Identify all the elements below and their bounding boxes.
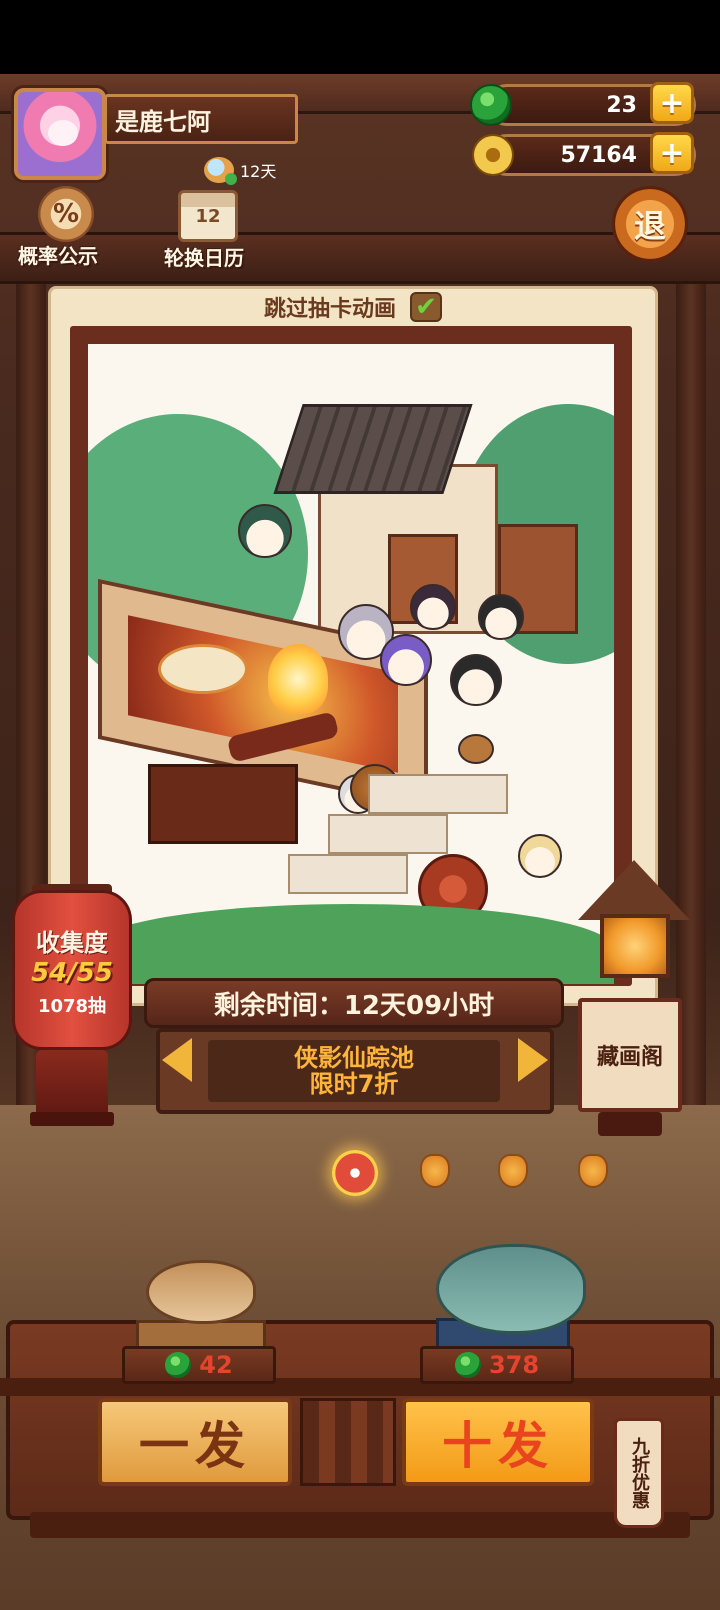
calendar-icon: 12 (178, 190, 238, 242)
dog-character (458, 734, 494, 764)
house-roof (273, 404, 473, 494)
skip-animation-toggle[interactable]: 跳过抽卡动画 ✔ (48, 288, 658, 326)
avatar-face (48, 120, 78, 146)
single-draw-cost: 42 (199, 1351, 233, 1379)
next-pool-arrow-icon[interactable] (518, 1038, 548, 1082)
gold-coin-icon (472, 134, 514, 176)
jade-amount: 23 (606, 92, 637, 118)
probability-label: 概率公示 (18, 244, 98, 268)
stair (288, 854, 408, 894)
pool-name: 侠影仙踪池 (294, 1044, 414, 1072)
gold-amount: 57164 (560, 142, 637, 168)
probability-button[interactable]: % 概率公示 (18, 186, 112, 270)
page-dot-lantern-icon[interactable] (420, 1154, 450, 1188)
firewood-chest (148, 764, 298, 844)
calendar-label: 轮换日历 (164, 246, 244, 270)
pool-discount: 限时7折 (309, 1070, 399, 1098)
add-gold-button[interactable]: + (650, 132, 694, 174)
pool-info: 侠影仙踪池 限时7折 (208, 1040, 500, 1102)
jade-icon (454, 1352, 481, 1378)
player-name: 是鹿七阿 (104, 94, 298, 144)
skip-animation-checkbox[interactable]: ✔ (410, 292, 442, 322)
single-draw-price: 42 (122, 1346, 276, 1384)
counter-panel-decoration (300, 1398, 396, 1486)
status-bar-area (0, 0, 720, 74)
stair (328, 814, 448, 854)
character-eating (478, 594, 524, 640)
grass (88, 904, 614, 984)
ten-draw-price: 378 (420, 1346, 574, 1384)
stair (368, 774, 508, 814)
player-avatar[interactable] (14, 88, 106, 180)
page-dot-active[interactable] (332, 1150, 378, 1196)
shrine-lamp (600, 914, 670, 978)
percent-gear-icon: % (38, 186, 94, 242)
gallery-stand (598, 1112, 662, 1136)
collection-lantern[interactable]: 收集度 54/55 1078抽 (12, 890, 132, 1050)
character-blonde (518, 834, 562, 878)
moon-cake-icon (204, 157, 237, 185)
ten-draw-button[interactable]: 十发 (402, 1398, 594, 1486)
rotation-calendar-button[interactable]: 12 轮换日历 (164, 190, 254, 270)
previous-pool-arrow-icon[interactable] (162, 1038, 192, 1082)
character-mustache (450, 654, 502, 706)
ten-draw-cost: 378 (488, 1351, 540, 1379)
collection-pulls: 1078抽 (37, 995, 107, 1017)
remaining-time-banner: 剩余时间：12天09小时 (144, 978, 564, 1028)
skip-animation-label: 跳过抽卡动画 (263, 297, 396, 322)
days-indicator: 12天 (204, 156, 277, 185)
noodle-plate (158, 644, 248, 694)
character-green-hair (238, 504, 292, 558)
ten-draw-fish-icon (436, 1244, 586, 1334)
page-dot-lantern-icon[interactable] (498, 1154, 528, 1188)
discount-tag: 九折优惠 (614, 1418, 664, 1528)
add-jade-button[interactable]: + (650, 82, 694, 124)
days-label: 12天 (240, 162, 277, 181)
jade-icon (165, 1352, 192, 1378)
jade-icon (470, 84, 512, 126)
lantern-stand (30, 1112, 114, 1126)
collection-count: 54/55 (31, 957, 113, 988)
collection-title: 收集度 (36, 928, 108, 957)
gallery-button[interactable]: 藏画阁 (578, 998, 682, 1112)
quit-button[interactable]: 退 (612, 186, 688, 262)
character-purple-hat (380, 634, 432, 686)
counter-rail (0, 1378, 720, 1396)
page-dot-lantern-icon[interactable] (578, 1154, 608, 1188)
single-draw-fish-icon (146, 1260, 256, 1324)
fire (268, 644, 328, 714)
character-dark-hair (410, 584, 456, 630)
counter-base (30, 1512, 690, 1538)
card-illustration (88, 344, 614, 984)
single-draw-button[interactable]: 一发 (98, 1398, 292, 1486)
